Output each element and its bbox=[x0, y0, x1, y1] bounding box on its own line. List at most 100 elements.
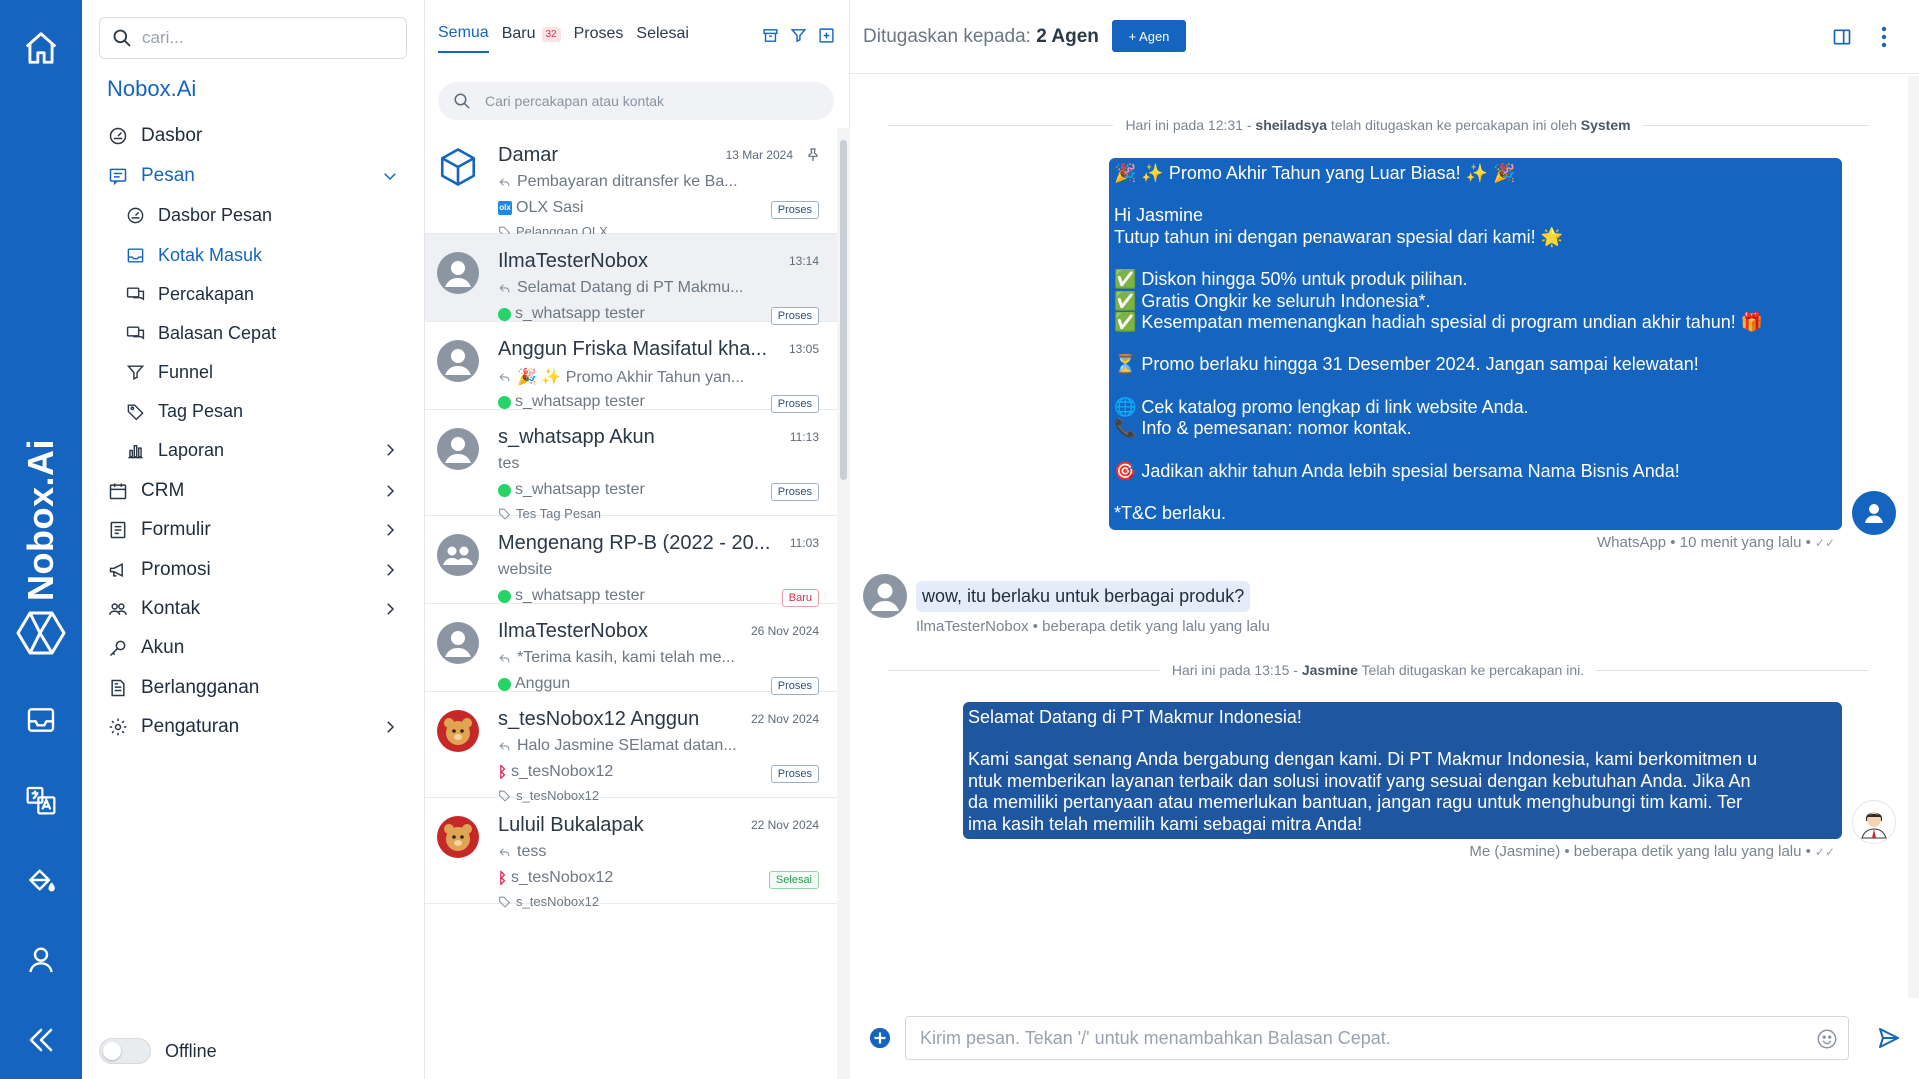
whatsapp-icon bbox=[498, 395, 511, 409]
emoji-icon[interactable] bbox=[1816, 1028, 1838, 1050]
gear-icon bbox=[107, 716, 129, 738]
bear-avatar bbox=[437, 816, 479, 858]
scrollbar-thumb[interactable] bbox=[840, 140, 847, 480]
archive-icon[interactable] bbox=[761, 26, 779, 44]
menu-item-crm[interactable]: CRM bbox=[107, 474, 407, 508]
agent-avatar bbox=[1852, 800, 1896, 844]
home-icon[interactable] bbox=[19, 26, 63, 70]
chat-panel: Ditugaskan kepada: 2 Agen + Agen Hari in… bbox=[850, 0, 1919, 1079]
conversation-item[interactable]: IlmaTesterNobox 26 Nov 2024 *Terima kasi… bbox=[425, 604, 837, 695]
user-icon[interactable] bbox=[19, 938, 63, 982]
status-toggle[interactable] bbox=[99, 1038, 151, 1064]
translate-icon[interactable] bbox=[19, 778, 63, 822]
conversation-item[interactable]: Anggun Friska Masifatul kha... 13:05 🎉 ✨… bbox=[425, 322, 837, 413]
vertical-brand: Nobox.Ai bbox=[20, 439, 61, 601]
menu-label: Berlangganan bbox=[141, 677, 260, 698]
conversation-item[interactable]: IlmaTesterNobox 13:14 Selamat Datang di … bbox=[425, 234, 837, 325]
message-input[interactable] bbox=[920, 1027, 1800, 1049]
pin-icon[interactable] bbox=[805, 147, 821, 163]
menu-label: Pengaturan bbox=[141, 716, 240, 737]
conversation-search-input[interactable] bbox=[485, 93, 815, 109]
menu-label: Pesan bbox=[141, 165, 195, 186]
chevron-right-icon bbox=[381, 561, 399, 579]
status-label: Offline bbox=[165, 1040, 217, 1061]
menu-item-tag-pesan[interactable]: Tag Pesan bbox=[124, 394, 407, 428]
conversation-name: IlmaTesterNobox bbox=[498, 250, 649, 272]
menu-item-percakapan[interactable]: Percakapan bbox=[124, 277, 407, 311]
send-icon[interactable] bbox=[1876, 1026, 1902, 1050]
avatar bbox=[437, 622, 479, 664]
menu-item-akun[interactable]: Akun bbox=[107, 631, 407, 665]
conversation-name: IlmaTesterNobox bbox=[498, 620, 649, 642]
menu-item-promosi[interactable]: Promosi bbox=[107, 553, 407, 587]
menu-item-kotak-masuk[interactable]: Kotak Masuk bbox=[124, 238, 407, 272]
message-meta: WhatsApp • 10 menit yang lalu • ✓✓ bbox=[1596, 534, 1835, 551]
conversation-preview: Pembayaran ditransfer ke Ba... bbox=[498, 173, 773, 191]
collapse-icon[interactable] bbox=[19, 1018, 63, 1062]
menu-item-pesan[interactable]: Pesan bbox=[107, 159, 407, 193]
menu-item-dasbor-pesan[interactable]: Dasbor Pesan bbox=[124, 198, 407, 232]
menu-item-berlangganan[interactable]: Berlangganan bbox=[107, 671, 407, 705]
status-badge: Selesai bbox=[768, 871, 819, 889]
menu-item-kontak[interactable]: Kontak bbox=[107, 592, 407, 626]
filter-icon[interactable] bbox=[789, 26, 807, 44]
list-scrollbar[interactable] bbox=[837, 128, 850, 1079]
conversation-item[interactable]: s_tesNobox12 Anggun 22 Nov 2024 Halo Jas… bbox=[425, 692, 837, 803]
paint-bucket-icon[interactable] bbox=[19, 858, 63, 902]
conversation-preview: Selamat Datang di PT Makmu... bbox=[498, 279, 773, 297]
new-conversation-icon[interactable] bbox=[817, 26, 835, 44]
reply-icon bbox=[499, 847, 510, 856]
avatar bbox=[437, 428, 479, 470]
add-agent-button[interactable]: + Agen bbox=[1112, 20, 1186, 52]
message-meta: IlmaTesterNobox • beberapa detik yang la… bbox=[916, 618, 1270, 635]
conversation-time: 11:03 bbox=[789, 536, 819, 550]
funnel-icon bbox=[124, 361, 146, 383]
menu-item-laporan[interactable]: Laporan bbox=[124, 433, 407, 467]
menu-label: Kontak bbox=[141, 598, 201, 619]
tab-baru[interactable]: Baru 32 bbox=[502, 24, 561, 53]
group-avatar bbox=[437, 534, 479, 576]
chat-scrollbar[interactable] bbox=[1908, 76, 1919, 998]
menu-item-formulir[interactable]: Formulir bbox=[107, 513, 407, 547]
conversation-time: 13 Mar 2024 bbox=[725, 148, 793, 162]
bukalapak-icon: ᛒ bbox=[498, 869, 508, 887]
conversation-channel: ᛒ s_tesNobox12 bbox=[498, 869, 614, 887]
conversation-item[interactable]: s_whatsapp Akun 11:13 tes s_whatsapp tes… bbox=[425, 410, 837, 521]
side-panel-icon[interactable] bbox=[1831, 26, 1853, 48]
inbox-icon[interactable] bbox=[19, 698, 63, 742]
more-options-icon[interactable] bbox=[1873, 26, 1895, 48]
search-icon bbox=[113, 29, 131, 47]
olx-icon: olx bbox=[498, 201, 512, 215]
conversation-item[interactable]: Luluil Bukalapak 22 Nov 2024 tess ᛒ s_tes… bbox=[425, 798, 837, 909]
menu-label: Funnel bbox=[158, 361, 214, 382]
conversation-channel: ᛒ s_tesNobox12 bbox=[498, 763, 614, 781]
agent-avatar bbox=[1852, 491, 1896, 535]
menu-item-funnel[interactable]: Funnel bbox=[124, 355, 407, 389]
conversation-channel: s_whatsapp tester bbox=[498, 587, 645, 605]
tab-proses[interactable]: Proses bbox=[574, 24, 624, 53]
bear-avatar bbox=[437, 710, 479, 752]
contact-avatar bbox=[863, 574, 907, 618]
navigation-menu: Nobox.Ai Dasbor Pesan Dasbor Pesan Kotak… bbox=[82, 0, 425, 1079]
list-toolbar bbox=[761, 26, 835, 44]
inbox-icon bbox=[124, 244, 146, 266]
tab-selesai[interactable]: Selesai bbox=[636, 24, 688, 53]
tab-semua[interactable]: Semua bbox=[438, 24, 489, 53]
add-attachment-icon[interactable] bbox=[869, 1027, 891, 1049]
menu-item-pengaturan[interactable]: Pengaturan bbox=[107, 710, 407, 744]
outgoing-message: 🎉 ✨ Promo Akhir Tahun yang Luar Biasa! ✨… bbox=[1109, 158, 1842, 530]
chart-icon bbox=[124, 439, 146, 461]
menu-label: Balasan Cepat bbox=[158, 322, 277, 343]
conversation-item[interactable]: Mengenang RP-B (2022 - 20... 11:03 websi… bbox=[425, 516, 837, 607]
conversation-item[interactable]: Damar 13 Mar 2024 Pembayaran ditransfer … bbox=[425, 128, 837, 239]
message-composer bbox=[905, 1016, 1849, 1060]
conversation-list-panel: Semua Baru32 Proses Selesai Damar 13 Mar… bbox=[425, 0, 850, 1079]
conversation-time: 13:14 bbox=[788, 254, 819, 268]
whatsapp-icon bbox=[498, 677, 511, 691]
message-icon bbox=[107, 165, 129, 187]
cube-avatar-icon bbox=[437, 146, 479, 188]
menu-item-dasbor[interactable]: Dasbor bbox=[107, 119, 407, 153]
menu-item-balasan-cepat[interactable]: Balasan Cepat bbox=[124, 316, 407, 350]
menu-brand: Nobox.Ai bbox=[107, 76, 197, 101]
menu-search-input[interactable] bbox=[142, 28, 382, 48]
